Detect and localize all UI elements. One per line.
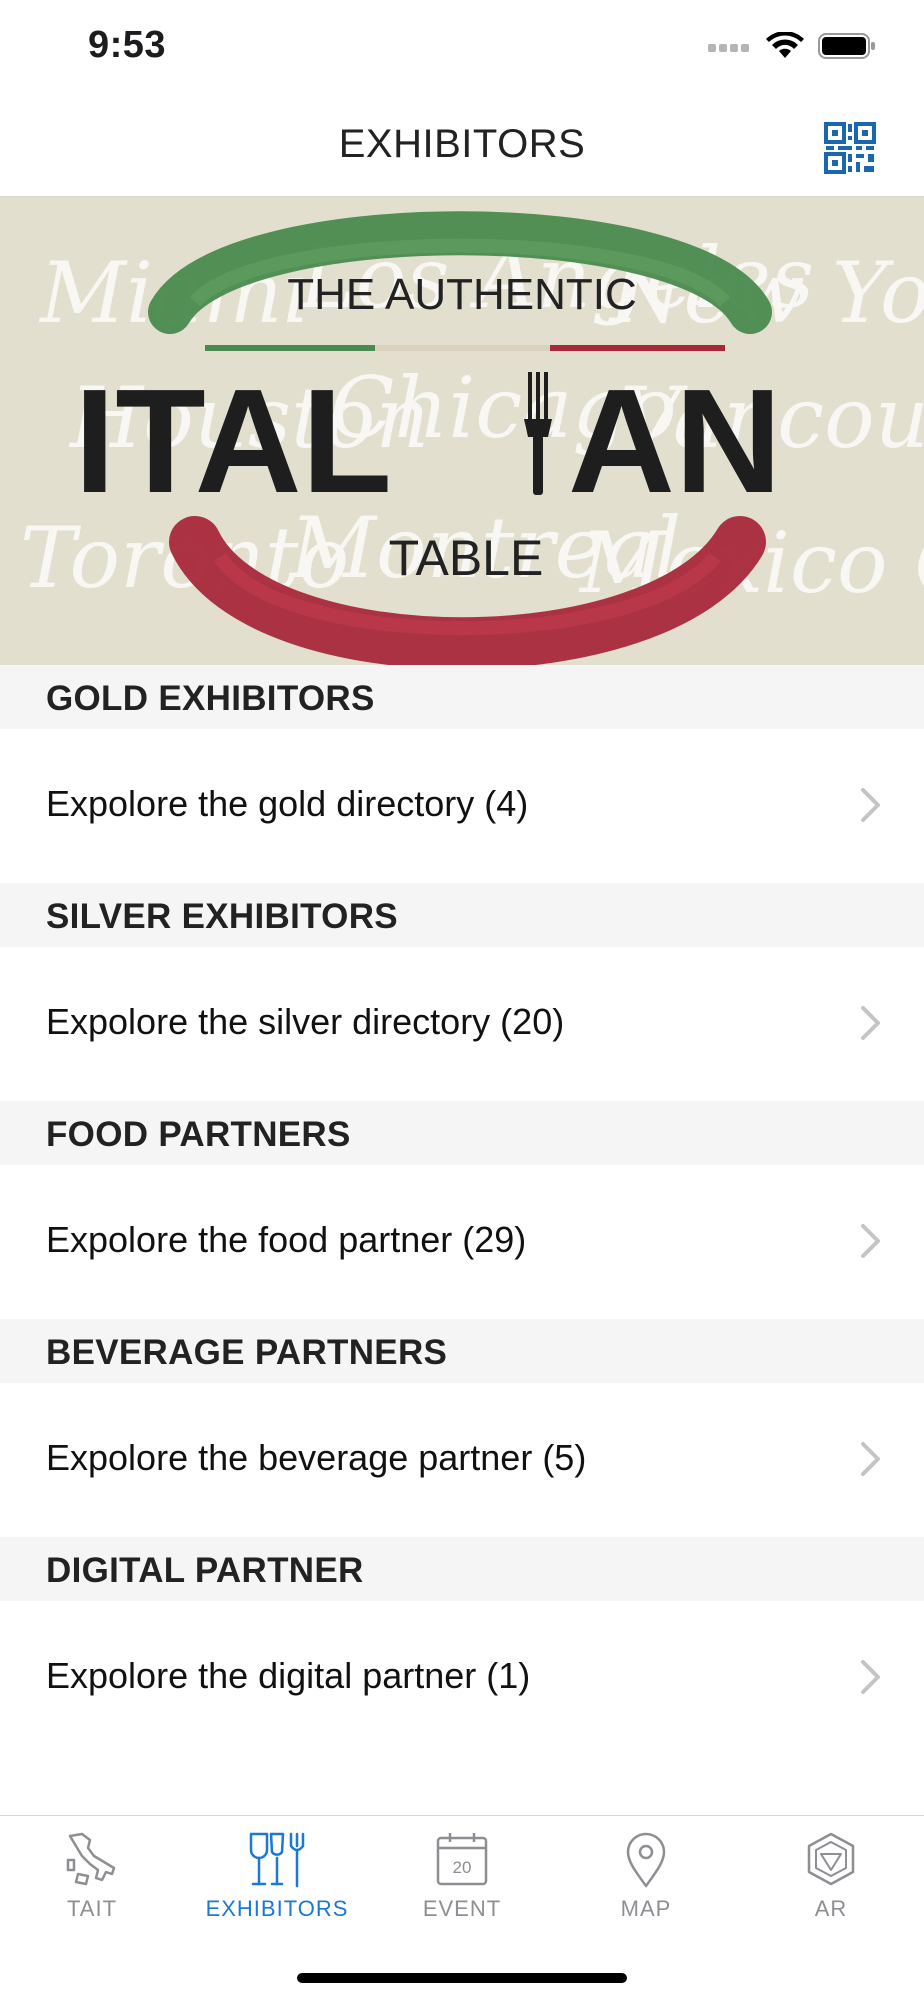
section-header-silver: SILVER EXHIBITORS [0,883,924,947]
section-header-digital: DIGITAL PARTNER [0,1537,924,1601]
map-pin-icon [626,1832,666,1888]
qr-code-icon [824,122,876,174]
list-item-beverage-partner[interactable]: Expolore the beverage partner (5) [0,1383,924,1537]
tab-label: AR [814,1896,848,1921]
status-icons [708,32,876,60]
list-item-gold-directory[interactable]: Expolore the gold directory (4) [0,729,924,883]
section-header-label: GOLD EXHIBITORS [46,679,375,718]
list-item-food-partner[interactable]: Expolore the food partner (29) [0,1165,924,1319]
section-header-label: BEVERAGE PARTNERS [46,1333,448,1372]
section-header-label: DIGITAL PARTNER [46,1551,364,1590]
chevron-right-icon [861,788,880,822]
tab-event[interactable]: 20 EVENT [382,1830,542,1940]
list-item-label: Expolore the beverage partner (5) [46,1437,587,1478]
tab-tait[interactable]: TAIT [12,1830,172,1940]
banner-line-3: TABLE [389,530,544,586]
tab-exhibitors[interactable]: EXHIBITORS [197,1830,357,1940]
tab-label: EXHIBITORS [205,1896,349,1921]
italy-map-icon [66,1832,116,1886]
chevron-right-icon [861,1442,880,1476]
status-time: 9:53 [88,24,167,66]
calendar-day: 20 [453,1858,472,1877]
wifi-icon [766,32,804,58]
glasses-cutlery-icon [249,1832,305,1888]
banner-line-2-left: ITAL [74,359,392,524]
signal-icon [708,44,749,52]
event-banner: Miami Los Angeles New York Houston Chica… [0,197,924,665]
list-item-label: Expolore the silver directory (20) [46,1001,565,1042]
tab-label: TAIT [66,1896,118,1921]
list-item-label: Expolore the food partner (29) [46,1219,527,1260]
tab-label: EVENT [422,1896,502,1921]
banner-line-1: THE AUTHENTIC [287,270,637,319]
home-indicator[interactable] [297,1973,627,1983]
italian-table-logo: Miami Los Angeles New York Houston Chica… [0,197,924,665]
tab-ar[interactable]: AR [751,1830,911,1940]
section-header-gold: GOLD EXHIBITORS [0,665,924,729]
chevron-right-icon [861,1660,880,1694]
ar-cube-icon [807,1832,855,1886]
status-bar: 9:53 [0,0,924,100]
section-header-food: FOOD PARTNERS [0,1101,924,1165]
chevron-right-icon [861,1224,880,1258]
list-item-silver-directory[interactable]: Expolore the silver directory (20) [0,947,924,1101]
nav-bar: EXHIBITORS [0,100,924,197]
chevron-right-icon [861,1006,880,1040]
section-header-beverage: BEVERAGE PARTNERS [0,1319,924,1383]
tab-label: MAP [620,1896,672,1921]
page-title: EXHIBITORS [338,122,586,166]
banner-line-2-right: AN [568,359,782,524]
calendar-icon: 20 [436,1833,488,1886]
tab-map[interactable]: MAP [566,1830,726,1940]
list-item-label: Expolore the digital partner (1) [46,1655,531,1696]
qr-scan-button[interactable] [824,122,876,174]
list-item-label: Expolore the gold directory (4) [46,783,529,824]
section-header-label: SILVER EXHIBITORS [46,897,398,936]
list-item-digital-partner[interactable]: Expolore the digital partner (1) [0,1601,924,1755]
section-header-label: FOOD PARTNERS [46,1115,351,1154]
battery-icon [818,33,875,59]
